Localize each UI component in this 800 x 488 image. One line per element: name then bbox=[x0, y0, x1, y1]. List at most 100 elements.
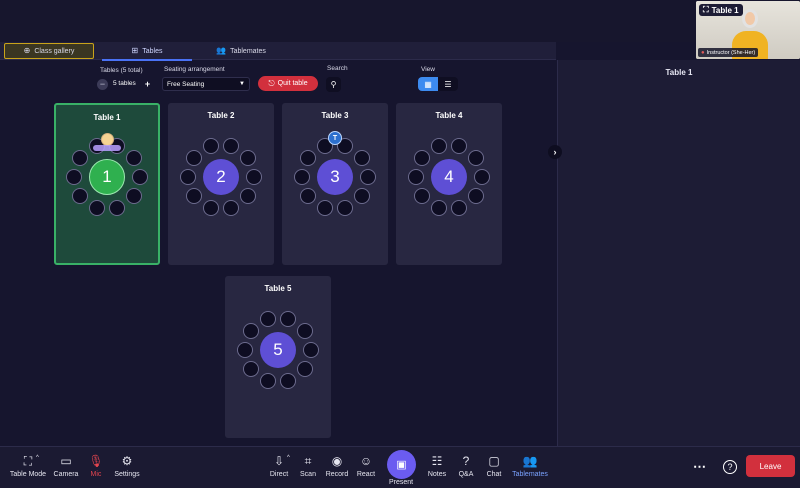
tab-class-gallery-label: Class gallery bbox=[34, 47, 75, 55]
seat[interactable] bbox=[430, 200, 447, 217]
seat[interactable] bbox=[125, 188, 142, 205]
chevron-down-icon: ▼ bbox=[239, 81, 245, 87]
table-card-2[interactable]: Table 2 2 bbox=[168, 103, 274, 265]
seat[interactable] bbox=[467, 149, 484, 166]
seat[interactable] bbox=[243, 361, 260, 378]
seat[interactable] bbox=[300, 149, 317, 166]
camera-icon: ▭ bbox=[60, 454, 72, 468]
list-icon: ☰ bbox=[444, 79, 452, 89]
seat[interactable] bbox=[259, 373, 276, 390]
decrease-tables-button[interactable]: − bbox=[97, 79, 108, 90]
leave-button[interactable]: Leave bbox=[746, 455, 795, 477]
present-button[interactable]: ▣ bbox=[387, 450, 416, 479]
seat[interactable] bbox=[414, 188, 431, 205]
mic-label: Mic bbox=[90, 471, 102, 478]
direct-icon: ⇩ bbox=[273, 454, 285, 468]
seat[interactable] bbox=[300, 188, 317, 205]
seat[interactable] bbox=[239, 188, 256, 205]
expand-icon: ⛶ bbox=[703, 5, 709, 14]
table-card-1[interactable]: Table 1 1 bbox=[54, 103, 160, 265]
direct-label: Direct bbox=[269, 471, 289, 478]
present-icon: ▣ bbox=[396, 459, 407, 471]
people-icon: 👥 bbox=[216, 46, 227, 55]
seat[interactable] bbox=[430, 137, 447, 154]
quit-table-button[interactable]: ⎋ Quit table bbox=[258, 76, 318, 91]
seat[interactable] bbox=[296, 361, 313, 378]
more-options-button[interactable]: ⋯ bbox=[693, 459, 706, 475]
seat[interactable] bbox=[246, 169, 262, 185]
help-icon: ? bbox=[727, 462, 733, 472]
seat[interactable] bbox=[353, 188, 370, 205]
seat[interactable] bbox=[451, 200, 468, 217]
seat[interactable] bbox=[467, 188, 484, 205]
collapse-panel-button[interactable]: › bbox=[548, 145, 562, 159]
tab-tables[interactable]: ⊞ Tables bbox=[102, 42, 192, 61]
settings-button[interactable]: ⚙ Settings bbox=[106, 453, 148, 478]
seat[interactable] bbox=[353, 149, 370, 166]
seat[interactable] bbox=[337, 200, 354, 217]
seat[interactable] bbox=[223, 200, 240, 217]
seat[interactable] bbox=[132, 169, 148, 185]
seat[interactable] bbox=[88, 200, 105, 217]
tab-class-gallery[interactable]: ⊕ Class gallery bbox=[4, 43, 94, 59]
grid-icon: ▦ bbox=[424, 79, 432, 89]
seat[interactable] bbox=[72, 188, 89, 205]
seat[interactable] bbox=[202, 200, 219, 217]
seat[interactable] bbox=[186, 188, 203, 205]
table-mode-button[interactable]: ⛶ Table Mode bbox=[7, 453, 49, 478]
video-table-label-text: Table 1 bbox=[711, 5, 739, 15]
seat[interactable] bbox=[280, 310, 297, 327]
chevron-right-icon: › bbox=[553, 147, 557, 157]
seat[interactable] bbox=[408, 169, 424, 185]
seat[interactable] bbox=[414, 149, 431, 166]
react-button[interactable]: ☺ React bbox=[345, 453, 387, 478]
seat[interactable] bbox=[360, 169, 376, 185]
side-panel: Table 1 bbox=[557, 60, 800, 446]
tab-tablemates[interactable]: 👥 Tablemates bbox=[196, 42, 286, 60]
grid-view-button[interactable]: ▦ bbox=[418, 77, 438, 91]
tablemate-avatar[interactable]: T bbox=[328, 131, 342, 145]
seat[interactable] bbox=[66, 169, 82, 185]
seating-arrangement-select[interactable]: Free Seating ▼ bbox=[162, 77, 250, 91]
seat[interactable] bbox=[239, 149, 256, 166]
table-number: 3 bbox=[317, 159, 353, 195]
tablemates-button[interactable]: 👥 Tablemates bbox=[509, 453, 551, 478]
table-name: Table 4 bbox=[435, 111, 463, 120]
seat[interactable] bbox=[316, 200, 333, 217]
increase-tables-button[interactable]: + bbox=[142, 79, 153, 90]
notes-icon: ☷ bbox=[431, 454, 443, 468]
seat[interactable] bbox=[296, 322, 313, 339]
video-thumbnail[interactable]: ⛶ Table 1 ● Instructor (She-Her) bbox=[696, 1, 800, 59]
table-name: Table 5 bbox=[264, 284, 292, 293]
tablemates-label: Tablemates bbox=[512, 471, 548, 478]
seat[interactable] bbox=[109, 200, 126, 217]
list-view-button[interactable]: ☰ bbox=[438, 77, 458, 91]
seat[interactable] bbox=[186, 149, 203, 166]
seat[interactable] bbox=[303, 342, 319, 358]
table-card-5[interactable]: Table 5 5 bbox=[225, 276, 331, 438]
search-label: Search bbox=[327, 65, 348, 72]
seat[interactable] bbox=[180, 169, 196, 185]
globe-icon: ⊕ bbox=[23, 46, 31, 55]
seat[interactable] bbox=[451, 137, 468, 154]
seat[interactable] bbox=[243, 322, 260, 339]
tab-bar: ⊕ Class gallery ⊞ Tables 👥 Tablemates bbox=[0, 42, 556, 61]
scan-icon: ⌗ bbox=[304, 454, 312, 468]
chevron-up-icon[interactable]: ^ bbox=[36, 455, 39, 461]
seat[interactable] bbox=[223, 137, 240, 154]
bottom-toolbar: ⛶ Table Mode ^ ▭ Camera 🎙 Mic ⚙ Settings… bbox=[0, 446, 800, 488]
seat[interactable] bbox=[294, 169, 310, 185]
seat[interactable] bbox=[237, 342, 253, 358]
seat[interactable] bbox=[280, 373, 297, 390]
search-button[interactable]: ⚲ bbox=[326, 77, 341, 92]
seat[interactable] bbox=[259, 310, 276, 327]
seat[interactable] bbox=[202, 137, 219, 154]
smiley-icon: ☺ bbox=[359, 454, 373, 468]
react-label: React bbox=[356, 471, 376, 478]
seat[interactable] bbox=[125, 149, 142, 166]
table-card-3[interactable]: Table 3 3 T bbox=[282, 103, 388, 265]
seat[interactable] bbox=[72, 149, 89, 166]
table-card-4[interactable]: Table 4 4 bbox=[396, 103, 502, 265]
help-button[interactable]: ? bbox=[723, 460, 737, 474]
seat[interactable] bbox=[474, 169, 490, 185]
